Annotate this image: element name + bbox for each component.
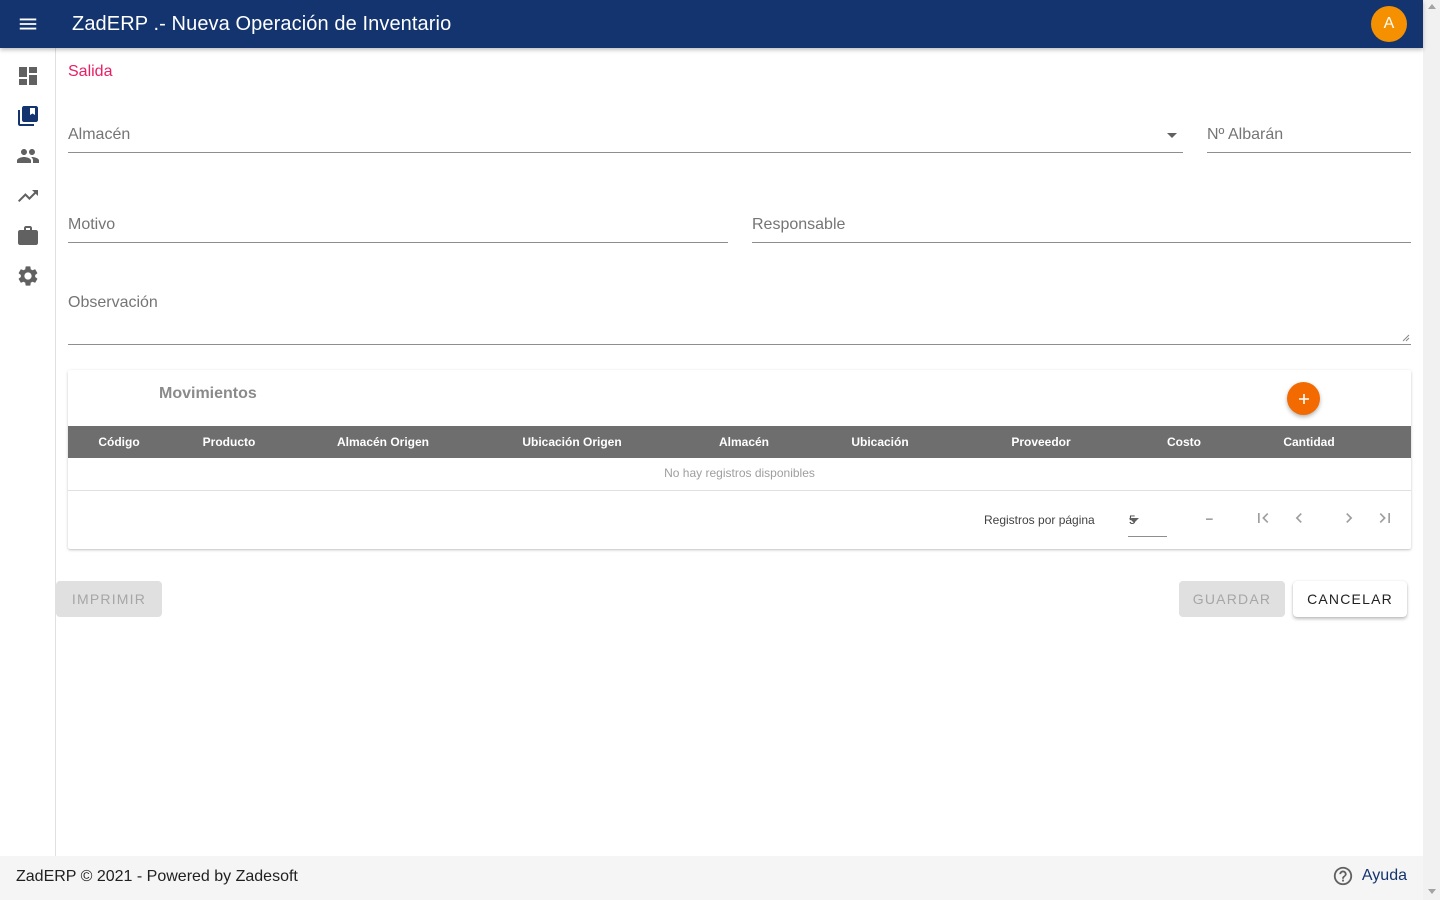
motivo-label: Motivo [68,216,116,233]
help-circle-icon [1333,866,1353,886]
responsable-input[interactable]: Responsable [752,194,1411,243]
chevron-down-icon [1129,518,1139,523]
observacion-label: Observación [68,294,158,311]
albaran-label: Nº Albarán [1207,126,1284,143]
dashboard-icon [19,67,37,85]
sidebar-item-dashboard[interactable] [0,56,56,96]
copyright-text: ZadERP © 2021 - Powered by Zadesoft [16,868,298,885]
add-movement-button[interactable] [1287,382,1320,415]
menu-icon [19,18,37,30]
sidebar-item-inventory[interactable] [0,96,56,136]
chevron-down-icon [1167,133,1177,138]
column-header-almacen-origen[interactable]: Almacén Origen [337,435,429,449]
movements-title: Movimientos [159,385,257,402]
footer: ZadERP © 2021 - Powered by Zadesoft Ayud… [0,856,1423,900]
chevron-right-icon [1346,513,1353,523]
sidebar-item-reports[interactable] [0,176,56,216]
first-page-button[interactable] [1251,506,1275,530]
main-content: Salida Almacén Nº Albarán Motivo Respons… [56,48,1423,856]
motivo-input[interactable]: Motivo [68,194,728,243]
scroll-up-icon[interactable] [1428,4,1436,9]
table-pagination: Registros por página 5 – [68,491,1411,549]
scroll-down-icon[interactable] [1428,889,1436,894]
user-avatar[interactable]: A [1371,6,1407,42]
plus-icon [1298,393,1309,404]
library-books-icon [18,106,38,126]
menu-button[interactable] [0,0,56,48]
first-page-icon [1258,513,1269,523]
per-page-label: Registros por página [984,513,1095,527]
settings-icon [18,266,38,286]
table-header: Código Producto Almacén Origen Ubicación… [68,426,1411,458]
observacion-textarea[interactable]: Observación [68,278,1411,345]
column-header-almacen[interactable]: Almacén [719,435,769,449]
cancel-button[interactable]: Cancelar [1293,581,1407,617]
print-button[interactable]: Imprimir [56,581,162,617]
column-header-producto[interactable]: Producto [203,435,256,449]
column-header-ubicacion-origen[interactable]: Ubicación Origen [522,435,621,449]
responsable-label: Responsable [752,216,846,233]
trending-up-icon [18,190,38,202]
almacen-label: Almacén [68,126,131,143]
albaran-input[interactable]: Nº Albarán [1207,104,1411,153]
sidebar-item-settings[interactable] [0,256,56,296]
resize-handle-icon[interactable] [1402,334,1410,342]
help-label: Ayuda [1361,867,1407,884]
chevron-left-icon [1295,513,1302,523]
sidebar-item-business[interactable] [0,216,56,256]
last-page-icon [1379,513,1390,523]
page-title: ZadERP .- Nueva Operación de Inventario [72,12,452,35]
column-header-costo[interactable]: Costo [1167,435,1201,449]
vertical-scrollbar[interactable] [1423,0,1440,900]
briefcase-icon [18,226,38,245]
sidebar-item-people[interactable] [0,136,56,176]
per-page-select[interactable]: 5 [1128,505,1167,537]
almacen-select[interactable]: Almacén [68,104,1183,153]
last-page-button[interactable] [1373,506,1397,530]
save-button[interactable]: Guardar [1179,581,1285,617]
page-range: – [1206,511,1213,525]
column-header-proveedor[interactable]: Proveedor [1011,435,1070,449]
movements-card: Movimientos Código Producto Almacén Orig… [68,370,1411,549]
app-toolbar: ZadERP .- Nueva Operación de Inventario … [0,0,1423,48]
empty-table-message: No hay registros disponibles [68,458,1411,491]
previous-page-button[interactable] [1287,506,1311,530]
operation-type-label: Salida [68,63,113,80]
next-page-button[interactable] [1337,506,1361,530]
column-header-codigo[interactable]: Código [98,435,139,449]
sidebar [0,48,56,856]
column-header-ubicacion[interactable]: Ubicación [851,435,908,449]
help-link[interactable]: Ayuda [1332,865,1407,887]
column-header-cantidad[interactable]: Cantidad [1283,435,1334,449]
people-icon [17,149,39,163]
